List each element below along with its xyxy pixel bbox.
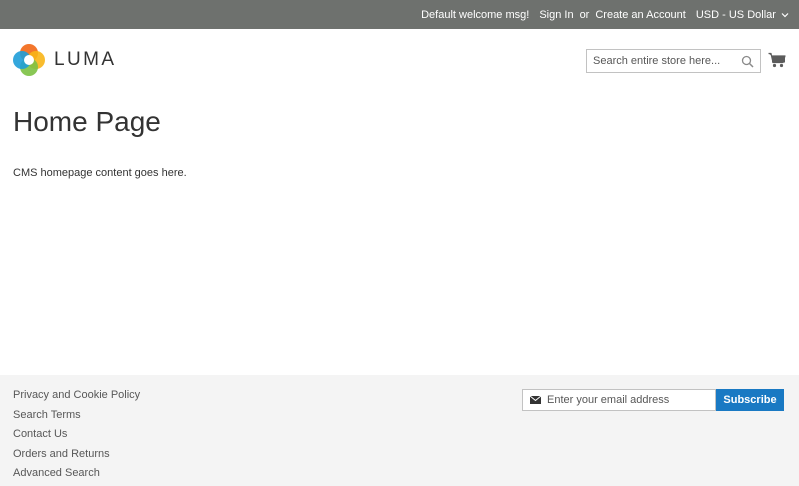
footer-link-orders-returns[interactable]: Orders and Returns bbox=[13, 448, 140, 468]
luma-logo-icon bbox=[13, 44, 45, 76]
sign-in-link[interactable]: Sign In bbox=[539, 9, 573, 21]
newsletter-email-input[interactable] bbox=[547, 390, 715, 410]
newsletter-field bbox=[522, 389, 716, 411]
create-account-link[interactable]: Create an Account bbox=[595, 9, 686, 21]
top-links: Default welcome msg! Sign In or Create a… bbox=[421, 0, 789, 29]
top-bar: Default welcome msg! Sign In or Create a… bbox=[0, 0, 799, 29]
chevron-down-icon bbox=[781, 12, 789, 17]
envelope-icon bbox=[530, 396, 541, 404]
footer-link-advanced-search[interactable]: Advanced Search bbox=[13, 467, 140, 486]
currency-switcher[interactable]: USD - US Dollar bbox=[696, 9, 789, 21]
welcome-message: Default welcome msg! bbox=[421, 8, 530, 21]
footer-link-contact-us[interactable]: Contact Us bbox=[13, 428, 140, 448]
search-icon[interactable] bbox=[741, 55, 754, 68]
footer-link-privacy[interactable]: Privacy and Cookie Policy bbox=[13, 389, 140, 409]
newsletter-form: Subscribe bbox=[522, 389, 784, 411]
footer: Privacy and Cookie Policy Search Terms C… bbox=[0, 375, 799, 486]
or-separator: or bbox=[579, 8, 590, 21]
page: Default welcome msg! Sign In or Create a… bbox=[0, 0, 799, 486]
logo[interactable]: LUMA bbox=[13, 44, 116, 76]
currency-label: USD - US Dollar bbox=[695, 8, 776, 21]
logo-text: LUMA bbox=[54, 49, 117, 70]
search-input[interactable] bbox=[587, 50, 735, 72]
page-title: Home Page bbox=[13, 106, 161, 137]
cms-content: CMS homepage content goes here. bbox=[13, 167, 187, 179]
cart-icon[interactable] bbox=[768, 52, 786, 68]
footer-links: Privacy and Cookie Policy Search Terms C… bbox=[13, 389, 140, 486]
subscribe-button[interactable]: Subscribe bbox=[716, 389, 784, 411]
footer-link-search-terms[interactable]: Search Terms bbox=[13, 409, 140, 429]
search-box bbox=[586, 49, 761, 73]
